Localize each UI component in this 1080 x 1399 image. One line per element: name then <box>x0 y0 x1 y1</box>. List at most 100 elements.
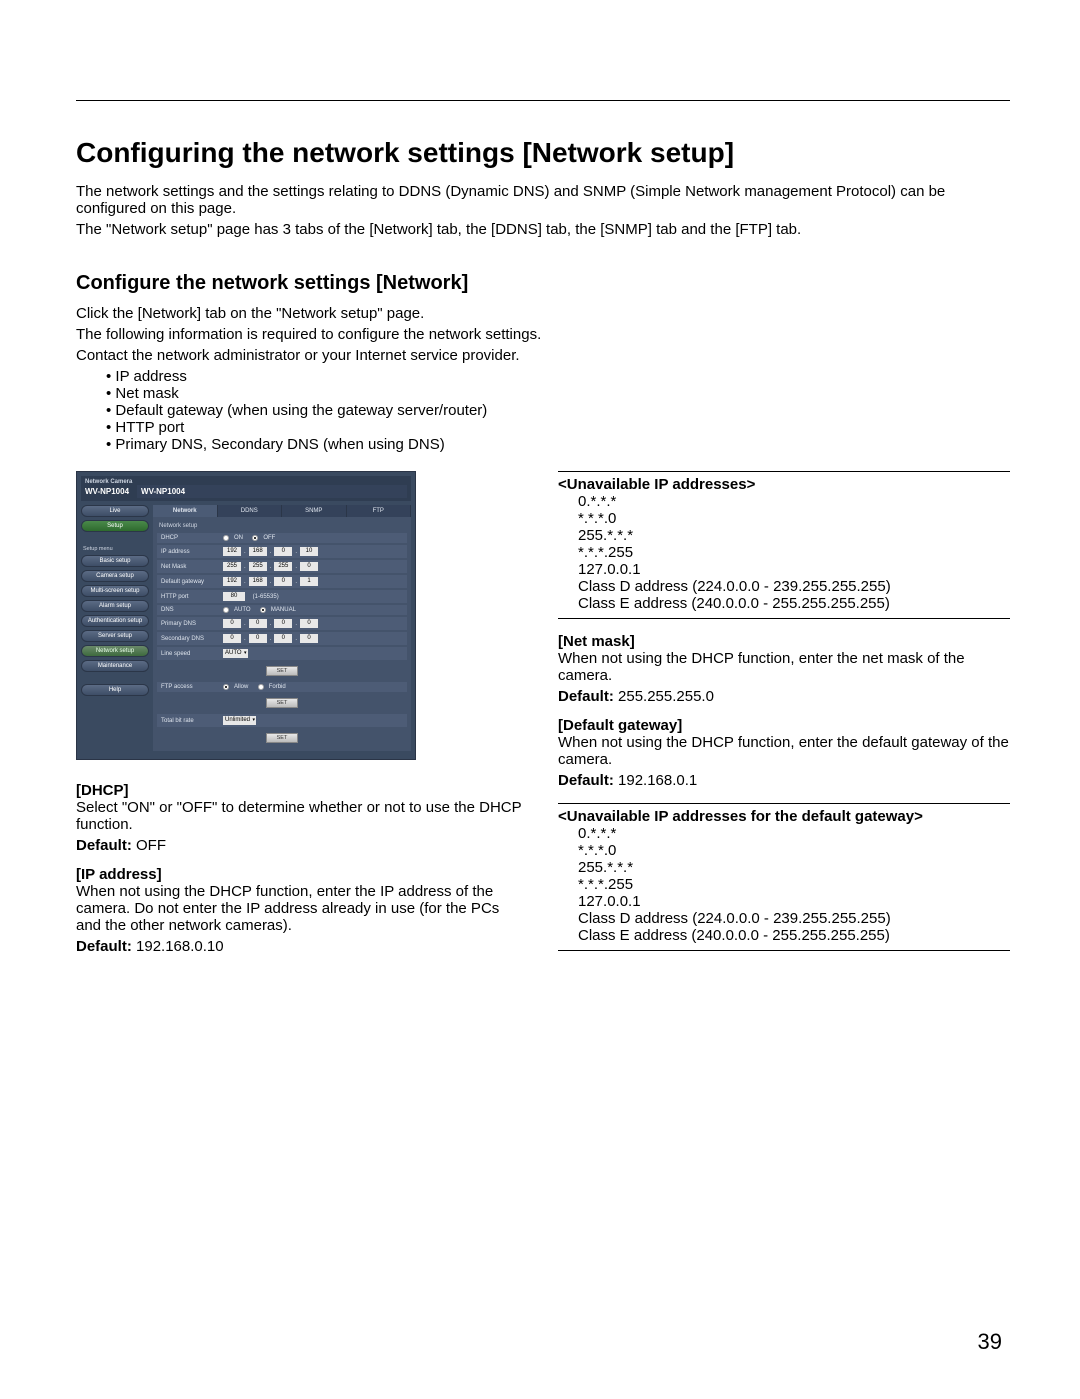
tab-network[interactable]: Network <box>153 505 218 517</box>
list-item: *.*.*.0 <box>578 510 1010 527</box>
page-number: 39 <box>978 1329 1002 1355</box>
tab-ftp[interactable]: FTP <box>347 505 412 517</box>
row-label-dhcp: DHCP <box>161 535 223 541</box>
mask-octet-1[interactable]: 255 <box>223 562 241 571</box>
gw-octet-1[interactable]: 192 <box>223 577 241 586</box>
list-item: 255.*.*.* <box>578 859 1010 876</box>
pdns-octet-1[interactable]: 0 <box>223 619 241 628</box>
sidebar-item-alarm[interactable]: Alarm setup <box>81 600 149 612</box>
pdns-octet-2[interactable]: 0 <box>249 619 267 628</box>
radio-ftp-forbid[interactable] <box>258 684 264 690</box>
ip-octet-3[interactable]: 0 <box>274 547 292 556</box>
page-title: Configuring the network settings [Networ… <box>76 137 1010 169</box>
http-port-hint: (1-65535) <box>253 594 279 600</box>
window-title: WV-NP1004 <box>137 485 407 498</box>
sidebar-item-network[interactable]: Network setup <box>81 645 149 657</box>
subintro-1: Click the [Network] tab on the "Network … <box>76 305 1010 322</box>
radio-label: AUTO <box>234 607 251 613</box>
mask-octet-3[interactable]: 255 <box>274 562 292 571</box>
tab-snmp[interactable]: SNMP <box>282 505 347 517</box>
radio-dhcp-on[interactable] <box>223 535 229 541</box>
param-text: When not using the DHCP function, enter … <box>558 650 1010 684</box>
list-item: Class D address (224.0.0.0 - 239.255.255… <box>578 578 1010 595</box>
gw-octet-4[interactable]: 1 <box>300 577 318 586</box>
sidebar-header: Setup menu <box>81 546 149 552</box>
subintro-3: Contact the network administrator or you… <box>76 347 1010 364</box>
list-item: 0.*.*.* <box>578 825 1010 842</box>
sidebar-item-multiscreen[interactable]: Multi-screen setup <box>81 585 149 597</box>
ip-octet-4[interactable]: 10 <box>300 547 318 556</box>
default-label: Default: <box>558 772 614 789</box>
pdns-octet-3[interactable]: 0 <box>274 619 292 628</box>
unavailable-ip-box: <Unavailable IP addresses> 0.*.*.* *.*.*… <box>558 471 1010 619</box>
panel-title: Network setup <box>153 517 411 531</box>
row-label-http: HTTP port <box>161 594 223 600</box>
radio-ftp-allow[interactable] <box>223 684 229 690</box>
mask-octet-4[interactable]: 0 <box>300 562 318 571</box>
gw-octet-2[interactable]: 168 <box>249 577 267 586</box>
sidebar-item-camera[interactable]: Camera setup <box>81 570 149 582</box>
pdns-octet-4[interactable]: 0 <box>300 619 318 628</box>
set-button[interactable]: SET <box>266 698 298 708</box>
row-label-ip: IP address <box>161 549 223 555</box>
list-item: 127.0.0.1 <box>578 561 1010 578</box>
row-label-total: Total bit rate <box>161 718 223 724</box>
default-label: Default: <box>76 837 132 854</box>
tab-ddns[interactable]: DDNS <box>218 505 283 517</box>
intro-2: The "Network setup" page has 3 tabs of t… <box>76 221 1010 238</box>
row-label-linespeed: Line speed <box>161 651 223 657</box>
radio-dns-auto[interactable] <box>223 607 229 613</box>
param-text: When not using the DHCP function, enter … <box>558 734 1010 768</box>
param-text: Select "ON" or "OFF" to determine whethe… <box>76 799 528 833</box>
sdns-octet-1[interactable]: 0 <box>223 634 241 643</box>
sidebar-item-auth[interactable]: Authentication setup <box>81 615 149 627</box>
ip-octet-2[interactable]: 168 <box>249 547 267 556</box>
default-label: Default: <box>558 688 614 705</box>
http-port-input[interactable]: 80 <box>223 592 245 601</box>
radio-label: MANUAL <box>271 607 296 613</box>
default-value: OFF <box>132 837 166 854</box>
sdns-octet-4[interactable]: 0 <box>300 634 318 643</box>
help-button[interactable]: Help <box>81 684 149 696</box>
default-value: 255.255.255.0 <box>614 688 714 705</box>
row-label-pdns: Primary DNS <box>161 621 223 627</box>
ip-octet-1[interactable]: 192 <box>223 547 241 556</box>
gw-octet-3[interactable]: 0 <box>274 577 292 586</box>
set-button[interactable]: SET <box>266 733 298 743</box>
radio-label: Forbid <box>269 684 286 690</box>
param-heading-gw: [Default gateway] <box>558 717 1010 734</box>
list-item: *.*.*.255 <box>578 544 1010 561</box>
sdns-octet-2[interactable]: 0 <box>249 634 267 643</box>
list-item: Class E address (240.0.0.0 - 255.255.255… <box>578 595 1010 612</box>
list-item: Default gateway (when using the gateway … <box>106 402 1010 419</box>
row-label-dns: DNS <box>161 607 223 613</box>
sidebar-item-server[interactable]: Server setup <box>81 630 149 642</box>
radio-dns-manual[interactable] <box>260 607 266 613</box>
row-label-ftp: FTP access <box>161 684 223 690</box>
row-label-gw: Default gateway <box>161 579 223 585</box>
list-item: 255.*.*.* <box>578 527 1010 544</box>
linespeed-select[interactable]: AUTO <box>223 649 248 658</box>
param-heading-ip: [IP address] <box>76 866 528 883</box>
intro-1: The network settings and the settings re… <box>76 183 1010 217</box>
radio-dhcp-off[interactable] <box>252 535 258 541</box>
set-button[interactable]: SET <box>266 666 298 676</box>
list-item: Primary DNS, Secondary DNS (when using D… <box>106 436 1010 453</box>
param-heading-mask: [Net mask] <box>558 633 1010 650</box>
unavailable-gw-box: <Unavailable IP addresses for the defaul… <box>558 803 1010 951</box>
total-bitrate-select[interactable]: Unlimited <box>223 716 256 725</box>
list-item: HTTP port <box>106 419 1010 436</box>
sidebar-item-basic[interactable]: Basic setup <box>81 555 149 567</box>
list-item: Net mask <box>106 385 1010 402</box>
radio-label: OFF <box>263 535 275 541</box>
live-button[interactable]: Live <box>81 505 149 517</box>
param-text: When not using the DHCP function, enter … <box>76 883 528 934</box>
mask-octet-2[interactable]: 255 <box>249 562 267 571</box>
sdns-octet-3[interactable]: 0 <box>274 634 292 643</box>
subintro-2: The following information is required to… <box>76 326 1010 343</box>
section-heading: Configure the network settings [Network] <box>76 272 1010 295</box>
param-heading-dhcp: [DHCP] <box>76 782 528 799</box>
list-item: Class E address (240.0.0.0 - 255.255.255… <box>578 927 1010 944</box>
sidebar-item-maintenance[interactable]: Maintenance <box>81 660 149 672</box>
setup-button[interactable]: Setup <box>81 520 149 532</box>
